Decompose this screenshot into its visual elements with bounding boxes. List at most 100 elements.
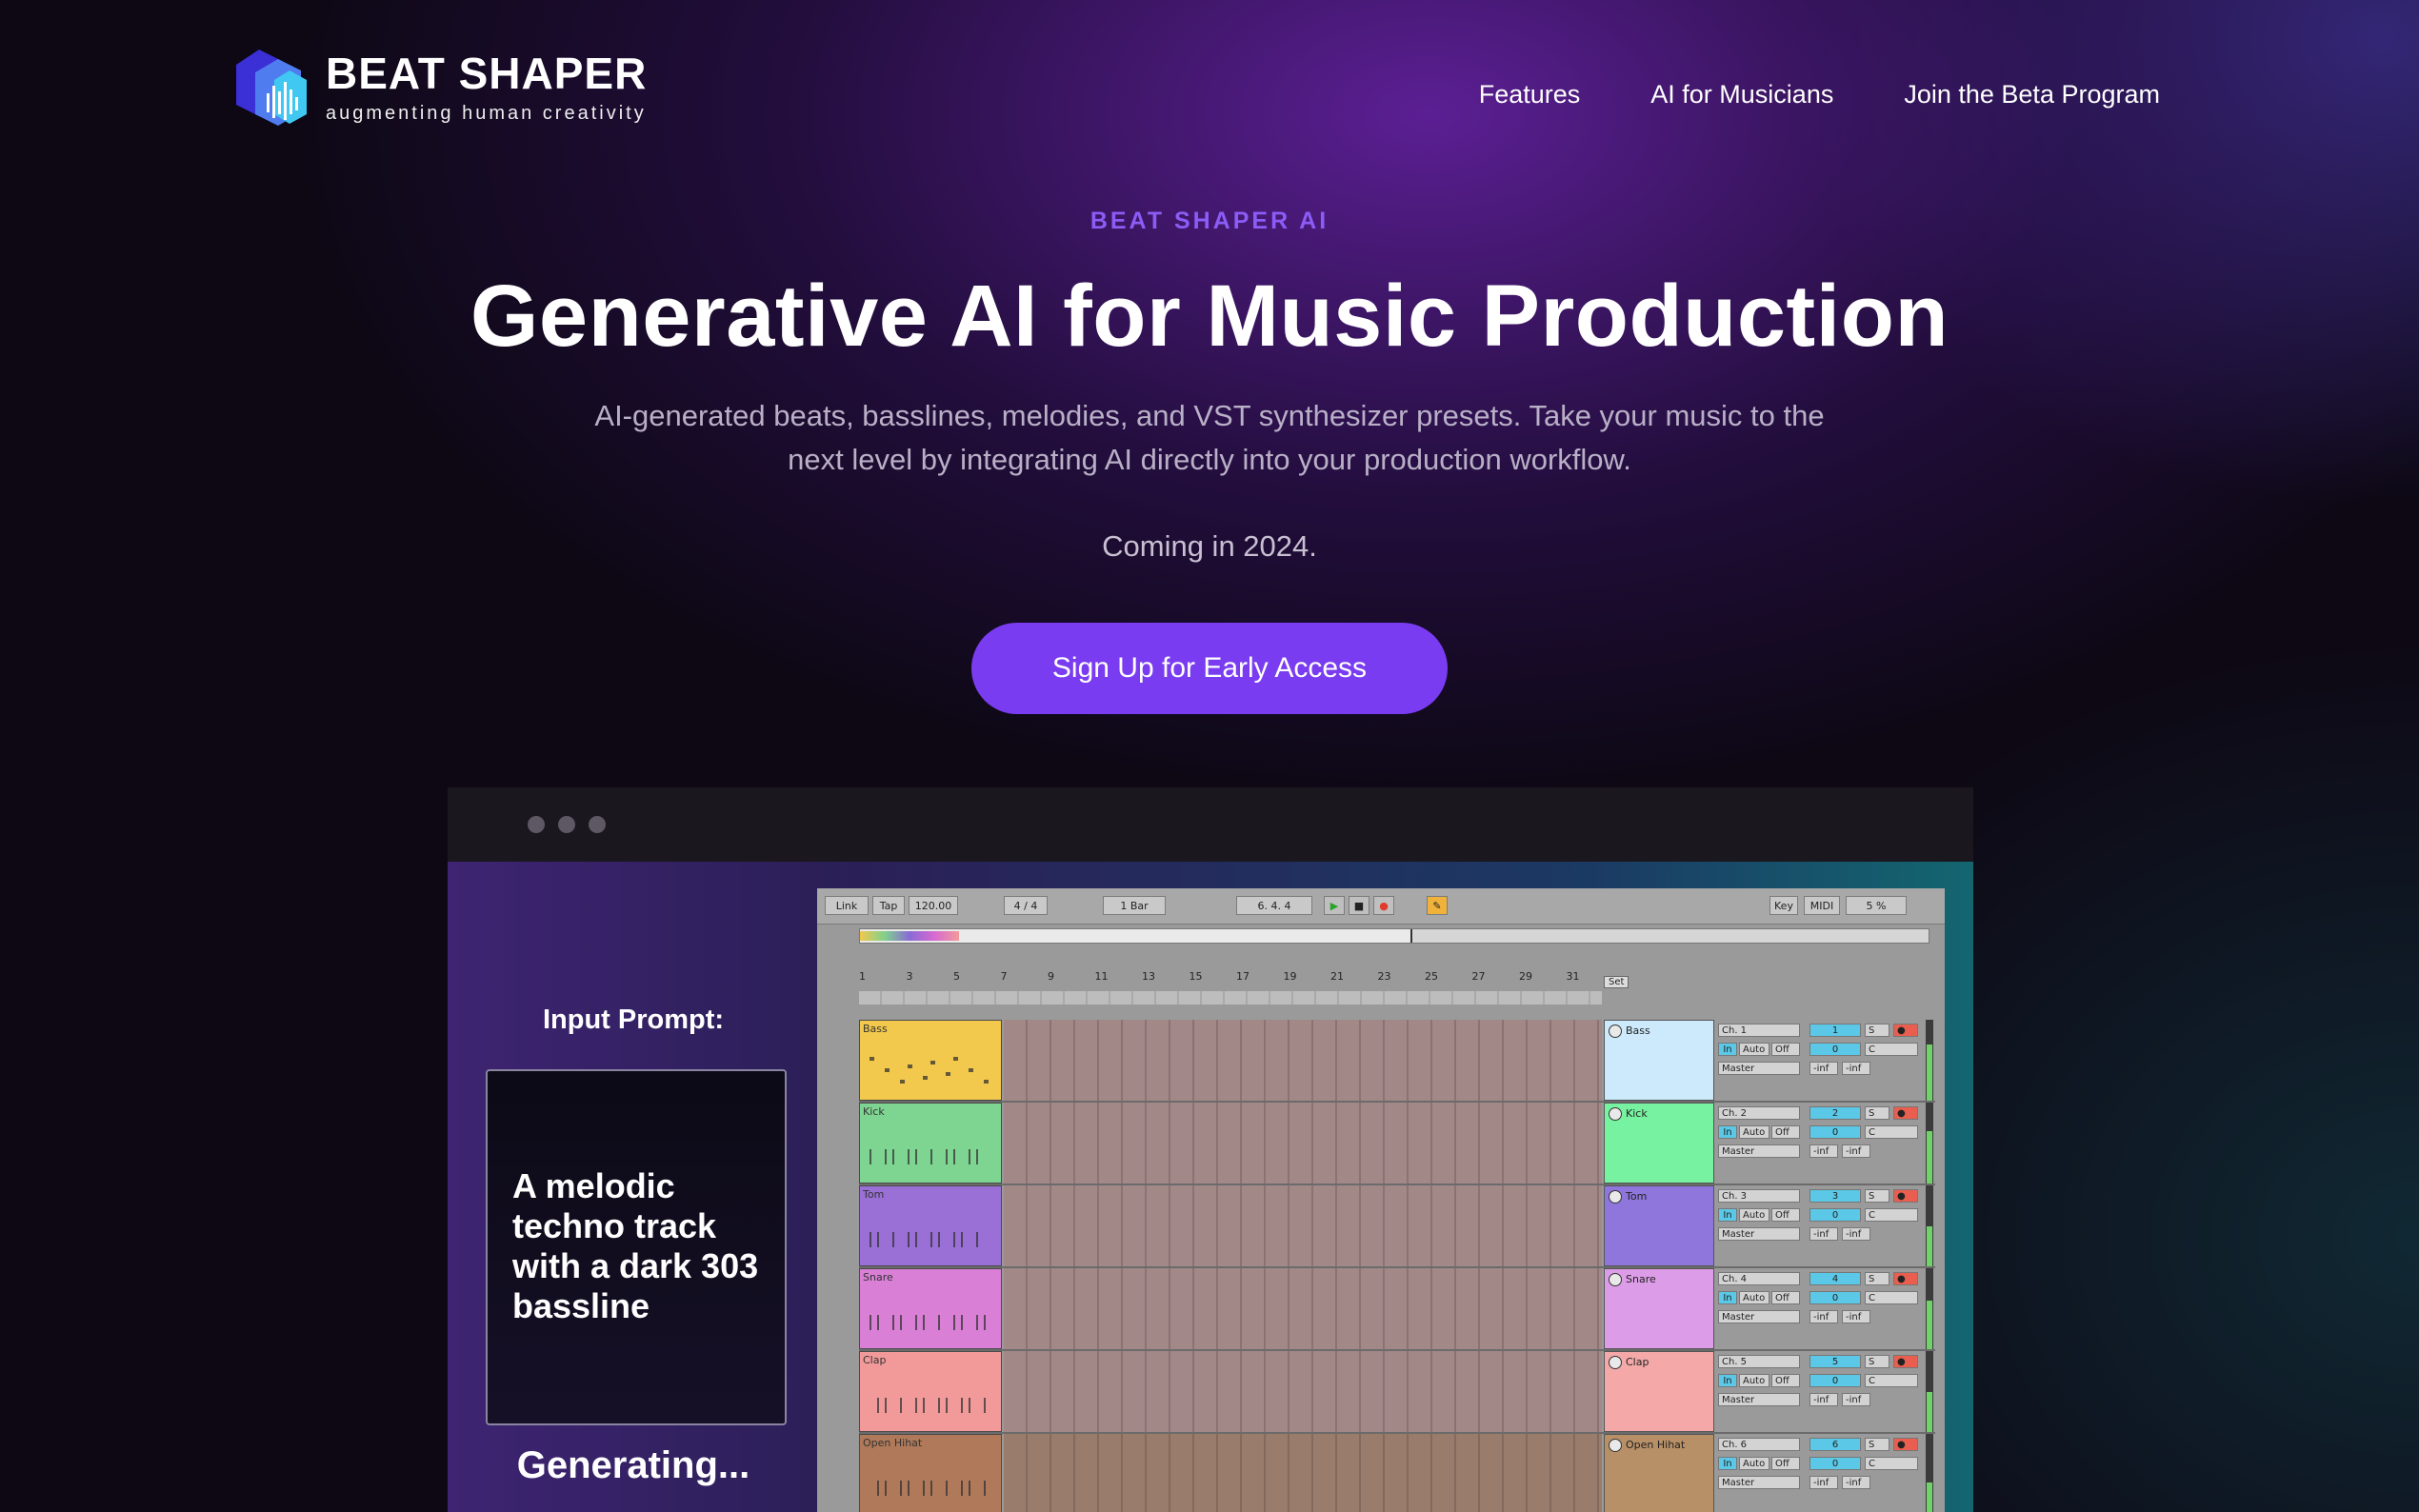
mixer-control: Auto <box>1739 1457 1769 1470</box>
mixer-control: Off <box>1771 1374 1800 1387</box>
clip-notes <box>868 1049 993 1087</box>
track-fold-icon <box>1609 1273 1622 1286</box>
mixer-control: -inf <box>1842 1144 1870 1158</box>
midi-clip: Clap <box>859 1351 1002 1432</box>
mixer-control: 0 <box>1809 1125 1861 1139</box>
demo-window: Input Prompt: A melodic techno track wit… <box>448 787 1973 1512</box>
window-dot-icon <box>589 816 606 833</box>
clip-name: Kick <box>863 1105 885 1118</box>
mixer-control: 5 <box>1809 1355 1861 1368</box>
ruler-number: 3 <box>906 970 913 983</box>
hero-title: Generative AI for Music Production <box>470 268 1949 365</box>
ruler-number: 23 <box>1377 970 1391 983</box>
tempo-field: 120.00 <box>909 896 958 915</box>
mixer-control: In <box>1718 1457 1737 1470</box>
level-meter <box>1926 1434 1933 1512</box>
track-mixer: Ch. 2 In Auto Off Master 2 0 -inf -inf S ● C <box>1718 1103 1933 1184</box>
brand-logo[interactable]: BEAT SHAPER augmenting human creativity <box>227 44 647 131</box>
arrangement-lane <box>1004 1268 1602 1349</box>
track-fold-icon <box>1609 1190 1622 1204</box>
mixer-control: 0 <box>1809 1374 1861 1387</box>
position-field: 6. 4. 4 <box>1236 896 1312 915</box>
ruler-number: 25 <box>1425 970 1438 983</box>
mixer-control: 0 <box>1809 1208 1861 1222</box>
clip-name: Bass <box>863 1023 888 1035</box>
mixer-control: -inf <box>1809 1144 1838 1158</box>
track-fold-icon <box>1609 1107 1622 1121</box>
clip-name: Tom <box>863 1188 885 1201</box>
midi-clip: Bass <box>859 1020 1002 1101</box>
main-nav: Features AI for Musicians Join the Beta … <box>1479 80 2160 109</box>
quantize-select: 1 Bar <box>1103 896 1166 915</box>
ruler-number: 27 <box>1471 970 1486 983</box>
window-titlebar <box>448 787 1973 862</box>
track-header: Snare <box>1604 1268 1714 1349</box>
track-row: Bass Bass Ch. 1 In Auto Off Master 1 0 -inf -inf S ●… <box>859 1020 1935 1103</box>
track-header: Bass <box>1604 1020 1714 1101</box>
daw-overview <box>859 928 1929 944</box>
tap-button: Tap <box>872 896 905 915</box>
nav-join-beta-link[interactable]: Join the Beta Program <box>1904 80 2160 109</box>
clip-name: Clap <box>863 1354 887 1366</box>
midi-clip: Tom <box>859 1185 1002 1266</box>
mixer-control: -inf <box>1809 1393 1838 1406</box>
mixer-control: Ch. 4 <box>1718 1272 1800 1285</box>
mixer-control: ● <box>1893 1438 1918 1451</box>
mixer-control: In <box>1718 1374 1737 1387</box>
mixer-control: S <box>1865 1106 1889 1120</box>
mixer-control: S <box>1865 1355 1889 1368</box>
track-row: Tom Tom Ch. 3 In Auto Off Master 3 0 -inf -inf S ● C <box>859 1185 1935 1268</box>
nav-ai-for-musicians-link[interactable]: AI for Musicians <box>1650 80 1833 109</box>
overview-strip <box>860 931 959 941</box>
track-mixer: Ch. 4 In Auto Off Master 4 0 -inf -inf S ● C <box>1718 1268 1933 1349</box>
set-button: Set <box>1604 976 1629 988</box>
track-list: Bass Bass Ch. 1 In Auto Off Master 1 0 -inf -inf S ●… <box>859 1020 1935 1512</box>
track-mixer: Ch. 6 In Auto Off Master 6 0 -inf -inf S ● C <box>1718 1434 1933 1512</box>
track-row: Snare Snare Ch. 4 In Auto Off Master 4 0 -inf -inf… <box>859 1268 1935 1351</box>
draw-mode-icon: ✎ <box>1427 896 1448 915</box>
mixer-control: 3 <box>1809 1189 1861 1203</box>
mixer-control: S <box>1865 1024 1889 1037</box>
clip-notes <box>868 1298 993 1336</box>
track-header: Open Hihat <box>1604 1434 1714 1512</box>
track-row: Kick Kick Ch. 2 In Auto Off Master 2 0 -inf -inf S ●… <box>859 1103 1935 1185</box>
link-button: Link <box>825 896 869 915</box>
mixer-control: 1 <box>1809 1024 1861 1037</box>
mixer-control: C <box>1865 1374 1918 1387</box>
mixer-control: Off <box>1771 1125 1800 1139</box>
stop-icon: ■ <box>1349 896 1369 915</box>
key-button: Key <box>1769 896 1798 915</box>
brand-name: BEAT SHAPER <box>326 48 648 98</box>
mixer-control: ● <box>1893 1024 1918 1037</box>
window-dot-icon <box>558 816 575 833</box>
mixer-control: C <box>1865 1457 1918 1470</box>
track-mixer: Ch. 3 In Auto Off Master 3 0 -inf -inf S ● C <box>1718 1185 1933 1266</box>
mixer-control: Auto <box>1739 1043 1769 1056</box>
nav-features-link[interactable]: Features <box>1479 80 1581 109</box>
mixer-control: Ch. 2 <box>1718 1106 1800 1120</box>
mixer-control: Ch. 6 <box>1718 1438 1800 1451</box>
mixer-control: -inf <box>1809 1227 1838 1241</box>
generating-status: Generating... <box>516 1444 750 1486</box>
window-dot-icon <box>528 816 545 833</box>
mixer-control: In <box>1718 1208 1737 1222</box>
mixer-control: Ch. 3 <box>1718 1189 1800 1203</box>
scene-strip <box>859 991 1602 1005</box>
mixer-control: -inf <box>1842 1476 1870 1489</box>
mixer-control: Auto <box>1739 1208 1769 1222</box>
mixer-control: Auto <box>1739 1125 1769 1139</box>
prompt-label: Input Prompt: <box>542 1005 725 1035</box>
mixer-control: ● <box>1893 1272 1918 1285</box>
mixer-control: C <box>1865 1043 1918 1056</box>
mixer-control: -inf <box>1809 1310 1838 1323</box>
mixer-control: ● <box>1893 1355 1918 1368</box>
clip-notes <box>868 1463 993 1502</box>
track-header: Clap <box>1604 1351 1714 1432</box>
ruler-number: 9 <box>1048 970 1054 983</box>
clip-notes <box>868 1381 993 1419</box>
mixer-control: 6 <box>1809 1438 1861 1451</box>
midi-clip: Snare <box>859 1268 1002 1349</box>
daw-toolbar: Link Tap 120.00 4 / 4 1 Bar 6. 4. 4 ▶ ■ … <box>817 888 1945 925</box>
early-access-button[interactable]: Sign Up for Early Access <box>971 623 1448 714</box>
arrangement-lane <box>1004 1185 1602 1266</box>
